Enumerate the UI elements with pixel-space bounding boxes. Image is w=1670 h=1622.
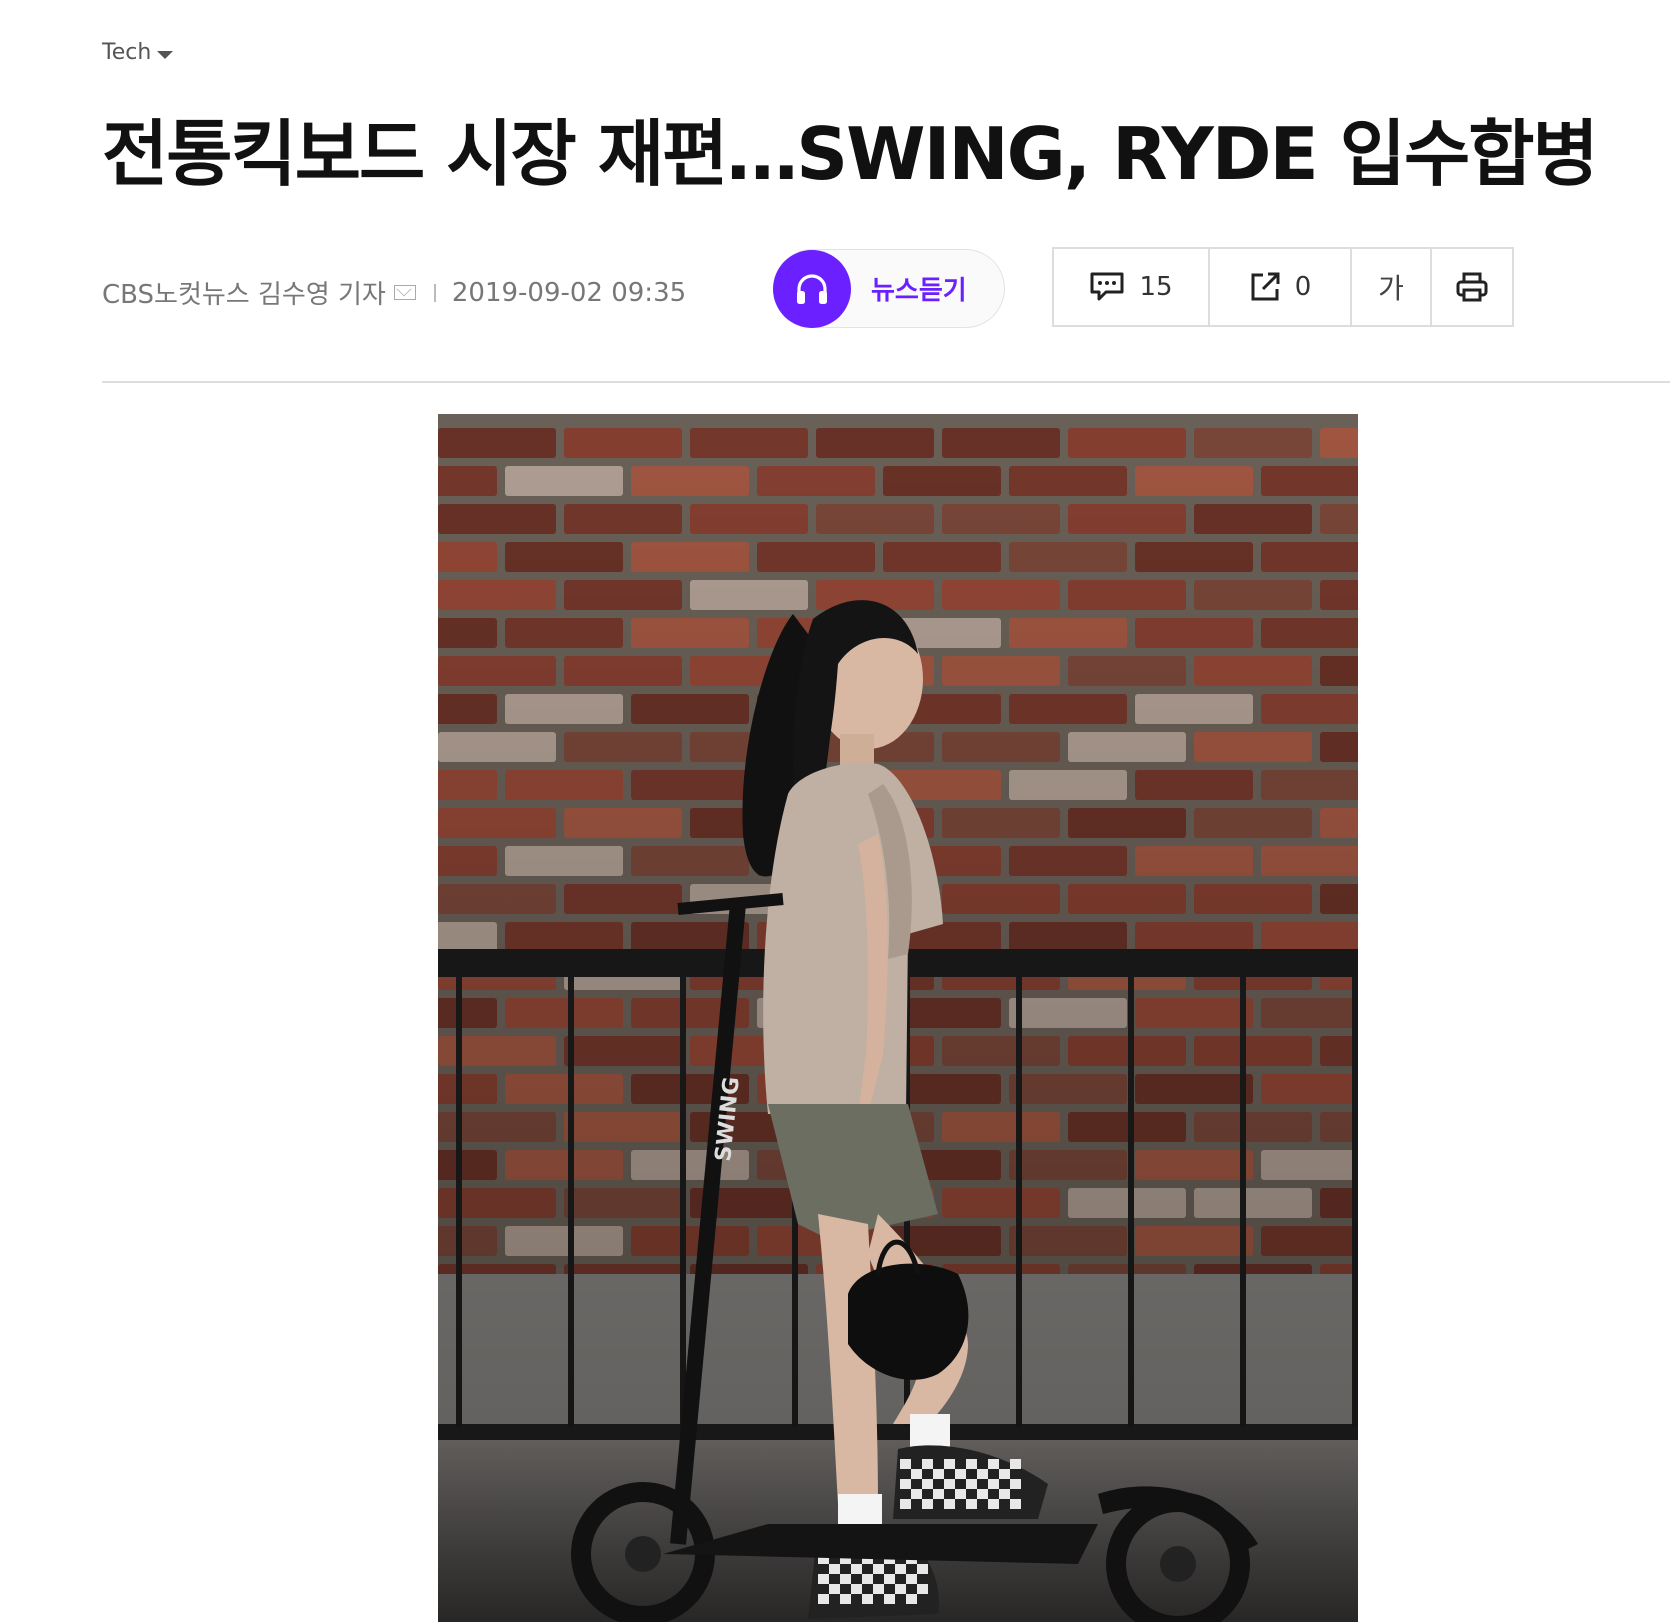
shoe-check [884,1594,895,1604]
shoe-check [933,1469,944,1479]
shoe-check [944,1499,955,1509]
shoe-check [966,1479,977,1489]
mail-icon[interactable] [393,285,416,300]
comment-button[interactable]: 15 [1054,249,1210,325]
shoe-check [840,1594,851,1604]
shoe-check [862,1574,873,1584]
shoe-check [862,1594,873,1604]
shoe-check [922,1499,933,1509]
shoe-check [906,1594,917,1604]
byline-separator [433,283,436,302]
font-size-button[interactable]: 가 [1352,249,1432,325]
shoe-check [955,1469,966,1479]
shoe-check [966,1459,977,1469]
shoe-check [944,1459,955,1469]
article-title: 전통킥보드 시장 재편…SWING, RYDE 입수합병 [102,112,1599,196]
shoe-check [851,1584,862,1594]
shoe-check [900,1479,911,1489]
headphones-icon [773,249,851,328]
shoe-check [851,1564,862,1574]
reporter-name[interactable]: CBS노컷뉴스 김수영 기자 [102,274,386,311]
shoe-check [955,1489,966,1499]
shoe-check [906,1574,917,1584]
shoe-check [1010,1479,1021,1489]
comment-count: 15 [1139,272,1173,302]
shoe-check [977,1469,988,1479]
shoe-check [818,1574,829,1584]
shoe-check [922,1459,933,1469]
print-button[interactable] [1432,249,1512,325]
shoe-check [977,1489,988,1499]
byline: CBS노컷뉴스 김수영 기자 2019-09-02 09:35 [102,274,686,311]
shoe-check [873,1584,884,1594]
article-photo[interactable]: SWING [438,414,1358,1622]
shoe-check [1010,1459,1021,1469]
shoe-check [966,1499,977,1509]
shoe-check [933,1489,944,1499]
shoe-check [917,1564,928,1574]
shoe-check [873,1564,884,1574]
shoe-check [988,1459,999,1469]
shoe-check [900,1499,911,1509]
shoe-check [944,1479,955,1489]
category-label: Tech [102,40,152,65]
listen-news-button[interactable]: 뉴스듣기 [773,249,1005,328]
shoe-check [895,1564,906,1574]
share-count: 0 [1294,272,1312,302]
shoe-check [895,1584,906,1594]
shoe-check [1010,1499,1021,1509]
shoe-check [840,1574,851,1584]
shoe-check [818,1594,829,1604]
shoe-check [988,1479,999,1489]
shoe-check [884,1574,895,1584]
article-page: Tech 전통킥보드 시장 재편…SWING, RYDE 입수합병 CBS노컷뉴… [0,0,1670,1622]
shoe-check [999,1489,1010,1499]
shoe-check [829,1584,840,1594]
share-icon [1251,272,1280,301]
shoe-check [900,1459,911,1469]
font-size-label: 가 [1378,272,1404,305]
shoe-check [911,1469,922,1479]
listen-label: 뉴스듣기 [871,276,967,306]
shoe-check [911,1489,922,1499]
shoe-check [917,1584,928,1594]
caret-down-icon [157,50,174,59]
shoe-check [829,1564,840,1574]
shoe-check [999,1469,1010,1479]
article-photo-illustration: SWING [438,414,1358,1622]
publish-datetime: 2019-09-02 09:35 [451,277,687,308]
shoe-check [922,1479,933,1489]
category-dropdown[interactable]: Tech [102,40,174,65]
header-divider [102,381,1670,383]
comment-icon [1090,272,1124,301]
article-toolbar: 15 0 가 [1052,247,1514,327]
print-icon [1456,272,1488,302]
helmet [848,1263,969,1380]
shoe-check [988,1499,999,1509]
share-button[interactable]: 0 [1210,249,1352,325]
